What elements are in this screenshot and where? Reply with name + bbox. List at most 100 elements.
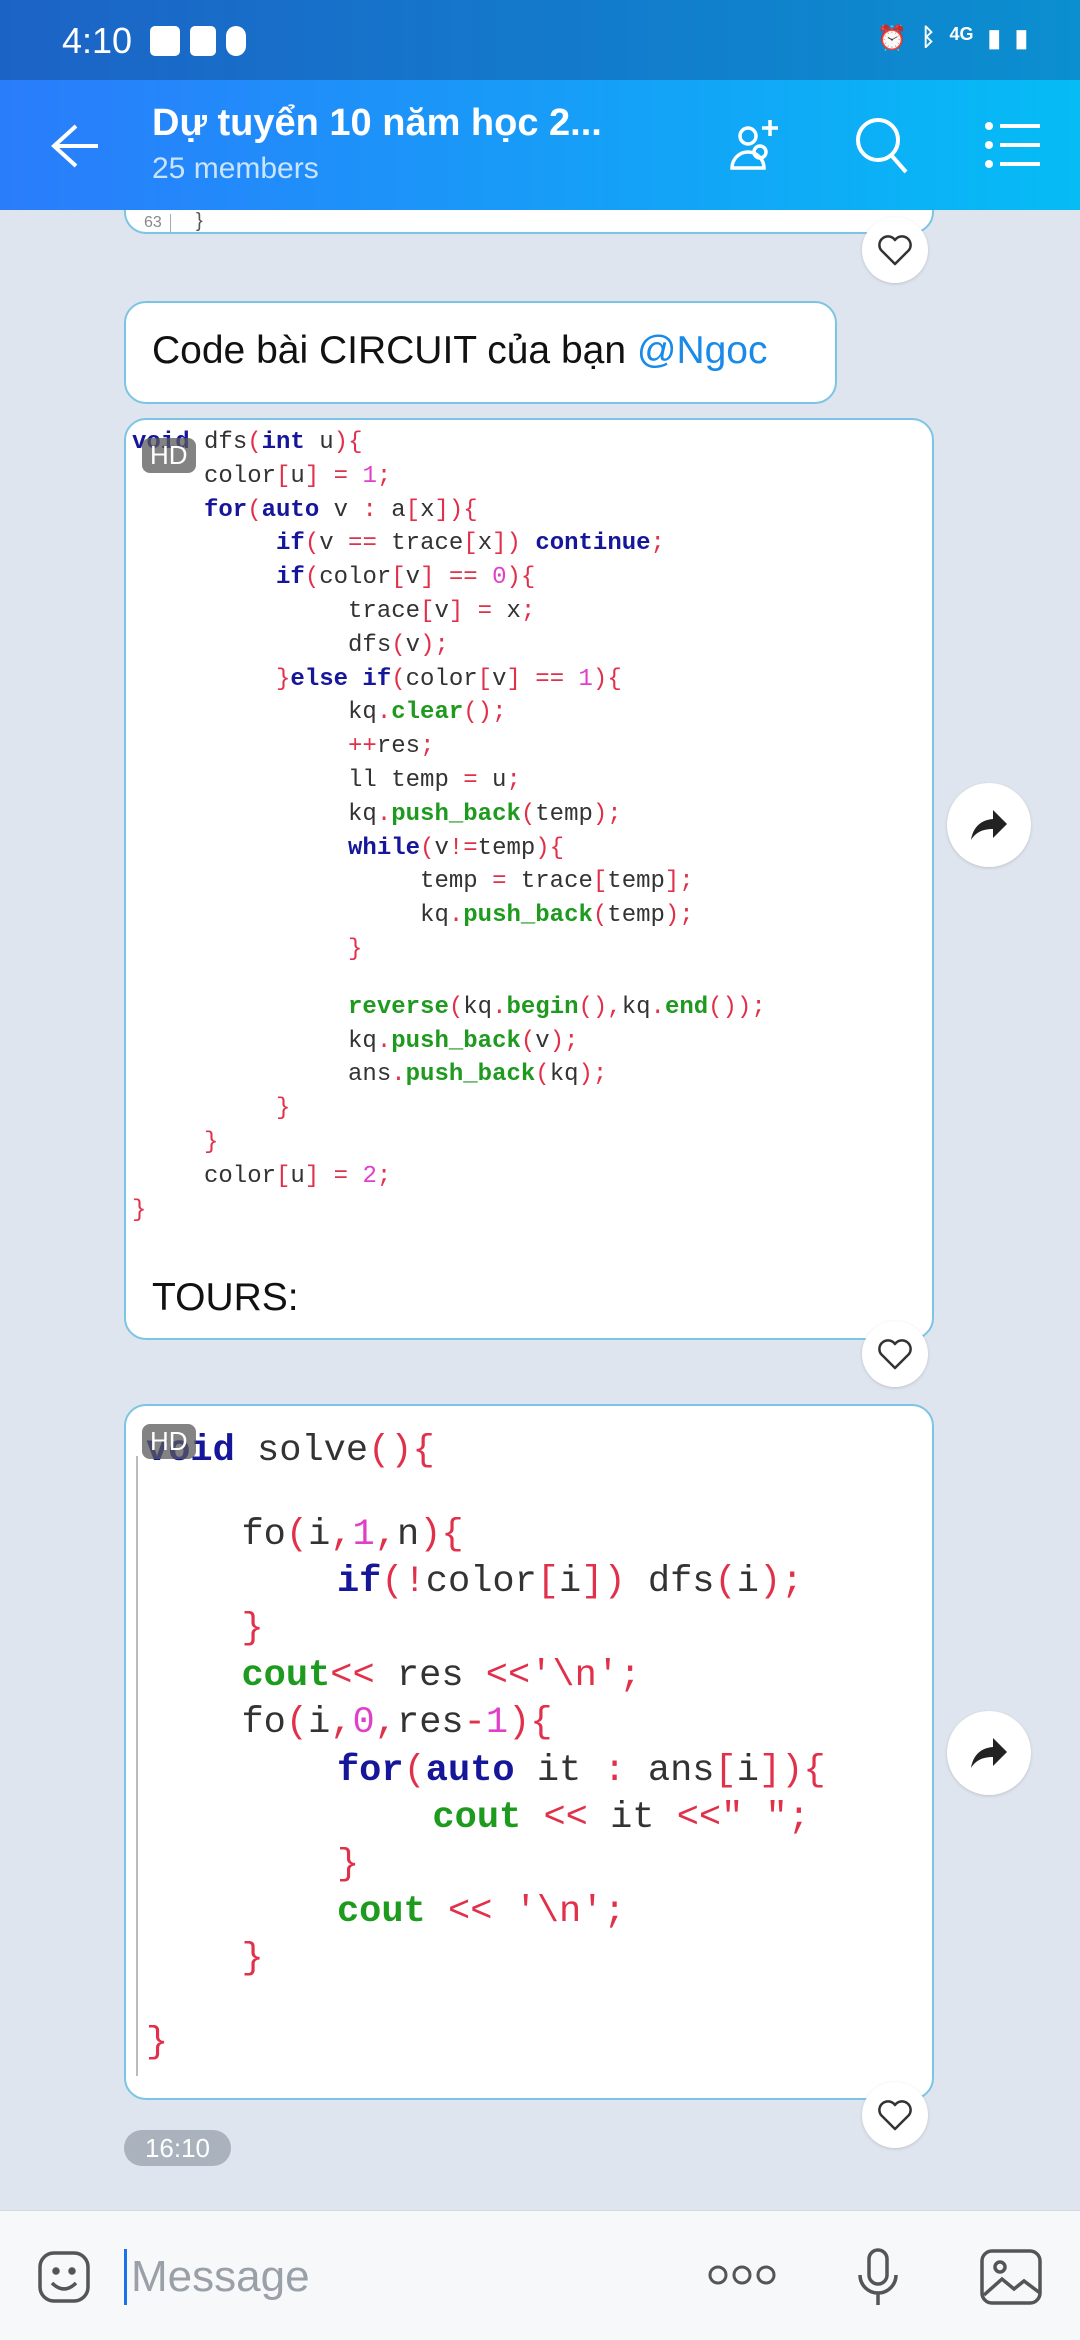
image-caption: TOURS: [152,1276,299,1319]
like-button[interactable] [862,1321,928,1387]
code-token: trace [348,597,421,625]
code-line: } [132,933,766,967]
mention-link[interactable]: @Ngoc [637,329,768,372]
code-token: i [308,1514,331,1557]
code-token: end [664,993,709,1021]
code-token: ; [376,462,392,490]
code-token: = [463,766,478,794]
previous-image-message[interactable]: 63 } [124,210,934,234]
code-image-dfs[interactable]: void dfs(int u){color[u] = 1;for(auto v … [132,426,766,1227]
code-line: }else if(color[v] == 1){ [132,663,766,697]
code-line: temp = trace[temp]; [132,865,766,899]
code-line: if(!color[i]) dfs(i); [146,1559,826,1606]
code-token: v [319,530,349,558]
code-token: } [336,1843,360,1886]
code-token: 1 [352,1514,375,1557]
code-image-solve[interactable]: void solve(){fo(i,1,n){if(!color[i]) dfs… [146,1428,826,2067]
code-token: u [290,1162,305,1190]
chat-title[interactable]: Dự tuyển 10 năm học 2... [152,102,602,145]
code-line: } [132,1092,766,1126]
code-token: (), [578,993,622,1021]
code-token: << [485,1655,531,1698]
code-token: ; [420,733,435,761]
image-message-solve[interactable]: void solve(){fo(i,1,n){if(!color[i]) dfs… [124,1404,934,2100]
code-token: ll temp [348,766,464,794]
member-count[interactable]: 25 members [152,152,319,186]
code-token: [ [714,1749,737,1792]
forward-arrow-icon [971,1738,1007,1768]
code-token: it [587,1796,677,1839]
like-button[interactable] [862,2082,928,2148]
code-token: [ [536,1561,560,1604]
code-token: color [204,1162,277,1190]
code-token: dfs [625,1561,715,1604]
code-token: ()); [708,993,766,1021]
code-line: void solve(){ [146,1428,826,1475]
code-token: (){ [368,1430,435,1472]
text-message[interactable]: Code bài CIRCUIT của bạn @Ngoc [124,301,837,404]
code-token: } [276,665,291,693]
code-token: auto [261,496,320,524]
code-line: void dfs(int u){ [132,426,766,460]
code-token: kq [420,902,449,930]
code-token: i [736,1749,759,1792]
code-token: fo [241,1514,286,1557]
code-line: } [146,1936,826,1983]
more-options-icon[interactable] [706,2263,778,2287]
message-input[interactable]: Message [124,2249,310,2305]
code-line: } [146,2020,826,2067]
forward-button[interactable] [947,1711,1031,1795]
code-token: temp [535,800,593,828]
back-arrow-icon[interactable] [46,120,102,172]
heart-icon [878,2100,912,2131]
code-token: 0 [492,564,507,592]
code-line: ll temp = u; [132,764,766,798]
code-token: temp [607,902,665,930]
sticker-icon[interactable] [36,2249,92,2305]
search-icon[interactable] [848,112,914,178]
code-line: if(color[v] == 0){ [132,561,766,595]
code-token: . [376,800,392,828]
code-token: ]; [664,868,694,896]
like-button[interactable] [862,217,928,283]
code-token: v [319,496,363,524]
code-token: res [396,1702,464,1745]
code-token: [ [276,462,291,490]
code-line: ans.push_back(kq); [132,1058,766,1092]
code-line: } [132,1126,766,1160]
code-token: ]) [581,1561,626,1604]
microphone-icon[interactable] [854,2247,902,2309]
code-token: [ [463,530,478,558]
code-line: ++res; [132,730,766,764]
chat-header: Dự tuyển 10 năm học 2... 25 members [0,80,1080,210]
code-token: [ [592,868,608,896]
code-token: . [650,993,665,1021]
line-number: 63 [144,214,171,232]
signal-icon: ▮ [987,25,1001,52]
code-token: ){ [419,1514,464,1557]
add-member-icon[interactable] [722,112,788,178]
code-token: ); [758,1561,804,1604]
code-token: v [434,597,449,625]
battery-icon: ▮ [1014,25,1028,52]
code-token: temp [477,834,536,862]
gallery-icon[interactable] [978,2247,1044,2307]
code-token: ; [603,1890,626,1933]
code-line: color[u] = 1; [132,460,766,494]
system-icons: ⏰ ᛒ 4G ▮ ▮ [877,24,1028,53]
code-token: color [405,665,478,693]
image-message-dfs[interactable]: void dfs(int u){color[u] = 1;for(auto v … [124,418,934,1340]
code-token: { [463,496,478,524]
code-token: kq [549,1061,579,1089]
code-token: ; [787,1796,810,1839]
forward-button[interactable] [947,783,1031,867]
menu-list-icon[interactable] [980,112,1046,178]
code-token: for [336,1749,404,1792]
message-list[interactable]: 63 } Code bài CIRCUIT của bạn @Ngoc void… [0,210,1080,2210]
code-token: (); [463,699,507,727]
code-token: kq [348,800,377,828]
code-token: , [374,1514,397,1557]
code-token: ; [650,530,665,558]
